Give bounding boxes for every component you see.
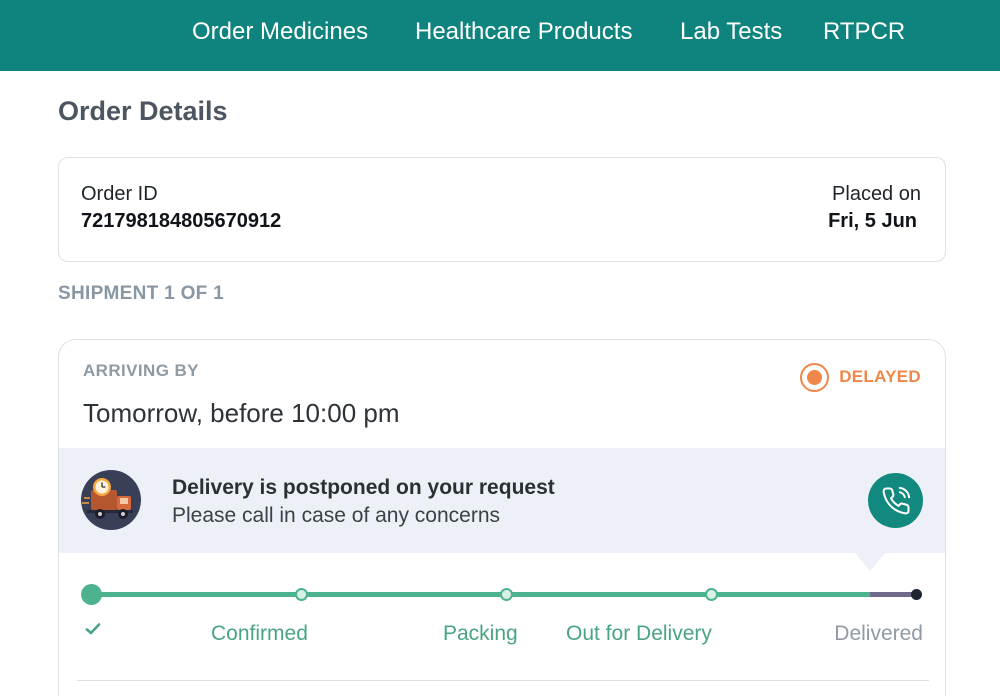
progress-line-pending	[870, 592, 917, 597]
top-navigation-bar: Order Medicines Healthcare Products Lab …	[0, 0, 1000, 71]
progress-line-completed	[92, 592, 870, 597]
notice-pointer	[855, 553, 885, 571]
step-label-out-for-delivery: Out for Delivery	[566, 622, 712, 645]
call-button[interactable]	[868, 473, 923, 528]
step-label-packing: Packing	[443, 622, 518, 645]
progress-dot-packing	[500, 588, 513, 601]
placed-on-value: Fri, 5 Jun	[828, 210, 917, 232]
progress-dot-confirmed	[295, 588, 308, 601]
divider	[77, 680, 929, 681]
nav-lab-tests[interactable]: Lab Tests	[680, 17, 782, 47]
order-id-label: Order ID	[81, 183, 158, 205]
nav-healthcare-products[interactable]: Healthcare Products	[415, 17, 632, 47]
page-title: Order Details	[58, 96, 228, 126]
arriving-time: Tomorrow, before 10:00 pm	[83, 398, 400, 428]
progress-start-dot	[81, 584, 102, 605]
status-dot-icon	[800, 362, 830, 392]
delivery-truck-icon	[81, 470, 141, 530]
order-summary-card: Order ID 721798184805670912 Placed on Fr…	[58, 157, 946, 262]
shipment-progress-tracker: Confirmed Packing Out for Delivery Deliv…	[59, 570, 945, 650]
phone-call-icon	[882, 486, 910, 514]
step-label-delivered: Delivered	[834, 622, 923, 645]
checkmark-icon	[85, 623, 101, 635]
notice-title: Delivery is postponed on your request	[172, 476, 555, 499]
delivery-notice: Delivery is postponed on your request Pl…	[59, 448, 945, 553]
arriving-by-label: ARRIVING BY	[83, 361, 199, 380]
nav-rtpcr[interactable]: RTPCR	[823, 17, 905, 47]
step-label-confirmed: Confirmed	[211, 622, 308, 645]
status-badge: DELAYED	[800, 362, 921, 392]
shipment-card: ARRIVING BY Tomorrow, before 10:00 pm DE…	[58, 339, 946, 696]
progress-dot-delivered	[911, 589, 922, 600]
notice-subtitle: Please call in case of any concerns	[172, 504, 501, 527]
status-text: DELAYED	[839, 367, 921, 386]
shipment-heading: SHIPMENT 1 OF 1	[58, 283, 225, 304]
progress-dot-out-for-delivery	[705, 588, 718, 601]
nav-order-medicines[interactable]: Order Medicines	[192, 17, 368, 47]
order-id-value: 721798184805670912	[81, 210, 282, 232]
placed-on-label: Placed on	[832, 183, 921, 205]
